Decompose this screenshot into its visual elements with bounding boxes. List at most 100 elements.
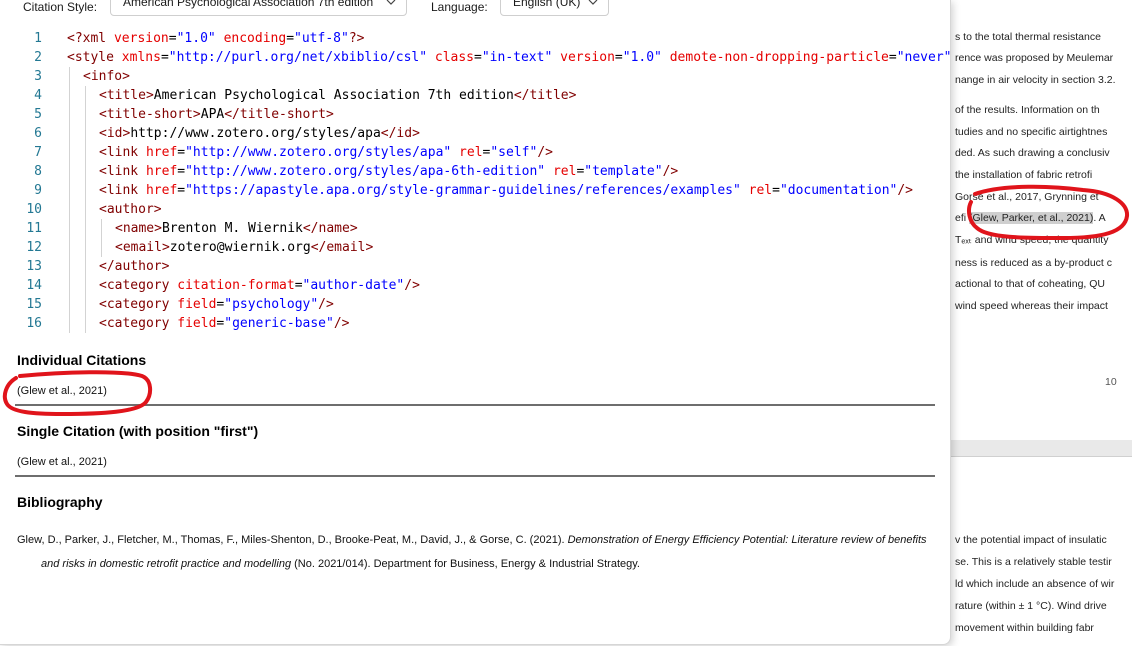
code-token: <email> — [115, 240, 170, 255]
code-token: </title> — [513, 88, 577, 103]
code-token: <title-short> — [99, 107, 201, 122]
code-token: xmlns — [121, 50, 161, 65]
toolbar: Citation Style: American Psychological A… — [0, 0, 950, 18]
document-text-line: ded. As such drawing a conclusiv — [955, 147, 1110, 159]
code-token: "documentation" — [779, 183, 898, 198]
code-token: "generic-base" — [224, 316, 334, 331]
code-token: "template" — [584, 164, 663, 179]
csl-style-editor-dialog: Citation Style: American Psychological A… — [0, 0, 951, 645]
language-dropdown[interactable]: English (UK) — [500, 0, 609, 16]
code-token: <?xml — [67, 31, 114, 46]
code-token: </title-short> — [224, 107, 334, 122]
code-token: "1.0" — [622, 50, 662, 65]
code-token: <category — [99, 278, 178, 293]
code-token: /> — [662, 164, 679, 179]
code-token: = — [772, 183, 780, 198]
code-token: = — [474, 50, 482, 65]
code-token: /> — [318, 297, 334, 312]
document-text-line: of the results. Information on th — [955, 104, 1100, 116]
document-text-line: actional to that of coheating, QU — [955, 278, 1106, 290]
code-token: = — [888, 50, 897, 65]
line-number: 10 — [26, 202, 42, 217]
code-token: "psychology" — [224, 297, 319, 312]
code-area[interactable]: <?xml version="1.0" encoding="utf-8"?> <s… — [67, 28, 950, 336]
code-token: <link — [99, 164, 146, 179]
code-token: = — [286, 31, 295, 46]
document-page: v the potential impact of insulatic se. T… — [948, 456, 1132, 646]
line-number: 11 — [26, 221, 42, 236]
code-token: encoding — [223, 31, 287, 46]
code-token: "self" — [490, 145, 538, 160]
code-line: <category field="generic-base"/> — [99, 314, 349, 333]
line-number: 8 — [34, 164, 42, 179]
document-text-line: s to the total thermal resistance — [955, 31, 1101, 43]
code-token: </id> — [380, 126, 420, 141]
indent-guide — [85, 86, 86, 333]
code-token: APA — [200, 107, 225, 122]
line-number: 13 — [26, 259, 42, 274]
code-line: <link href="http://www.zotero.org/styles… — [99, 143, 553, 162]
document-text-line: rature (within ± 1 °C). Wind drive — [955, 600, 1107, 612]
code-line: <category field="psychology"/> — [99, 295, 334, 314]
code-line: <style xmlns="http://purl.org/net/xbibli… — [67, 48, 950, 67]
indent-guide — [101, 219, 102, 257]
language-label: Language: — [431, 0, 488, 14]
code-token: </author> — [99, 259, 170, 274]
document-text-line: tudies and no specific airtightnes — [955, 126, 1108, 138]
document-text-line: v the potential impact of insulatic — [955, 534, 1107, 546]
code-editor[interactable]: 1 2 3 4 5 6 7 8 9 10 11 12 13 14 15 16 <?xml version="1… — [0, 28, 950, 336]
code-token: = — [168, 31, 177, 46]
code-token: <author> — [99, 202, 162, 217]
citation-style-label: Citation Style: — [23, 0, 98, 14]
code-line: <category citation-format="author-date"/… — [99, 276, 420, 295]
code-token: rel — [748, 183, 773, 198]
code-line: <id>http://www.zotero.org/styles/apa</id… — [99, 124, 420, 143]
line-number: 15 — [26, 297, 42, 312]
code-token: </email> — [310, 240, 374, 255]
code-token: </name> — [302, 221, 358, 236]
bib-authors: Glew, D., Parker, J., Fletcher, M., Thom… — [17, 534, 568, 546]
code-token: <id> — [99, 126, 131, 141]
code-token: href — [145, 164, 178, 179]
code-line: <link href="https://apastyle.apa.org/sty… — [99, 181, 913, 200]
code-token: field — [177, 316, 217, 331]
code-token: American Psychological Association 7th e… — [153, 88, 514, 103]
code-token: "http://www.zotero.org/styles/apa-6th-ed… — [185, 164, 546, 179]
citation-style-dropdown[interactable]: American Psychological Association 7th e… — [110, 0, 407, 16]
document-text-line: ld which include an absence of wir — [955, 578, 1115, 590]
divider — [15, 475, 935, 477]
code-token: <link — [99, 145, 146, 160]
code-line: <info> — [83, 67, 130, 86]
red-annotation-circle — [2, 370, 153, 417]
code-line: <author> — [99, 200, 162, 219]
line-number: 16 — [26, 316, 42, 331]
individual-citations-heading: Individual Citations — [17, 352, 147, 368]
code-token: "1.0" — [176, 31, 216, 46]
code-token: "http://purl.org/net/xbiblio/csl" — [168, 50, 428, 65]
code-line: </author> — [99, 257, 169, 276]
code-token: = — [294, 278, 303, 293]
code-token: = — [177, 145, 186, 160]
indent-guide — [69, 67, 70, 333]
page-number: 10 — [1105, 376, 1117, 388]
line-number: 9 — [34, 183, 42, 198]
bibliography-heading: Bibliography — [17, 494, 103, 510]
background-document: s to the total thermal resistance rence w… — [948, 0, 1132, 646]
citation-preview: Individual Citations (Glew et al., 2021)… — [0, 337, 950, 644]
single-citation-heading: Single Citation (with position "first") — [17, 423, 259, 439]
code-token: demote-non-dropping-particle — [669, 50, 889, 65]
line-number: 7 — [34, 145, 42, 160]
code-token: "http://www.zotero.org/styles/apa" — [185, 145, 452, 160]
document-text-line: se. This is a relatively stable testir — [955, 556, 1112, 568]
code-token: "in-text" — [481, 50, 553, 65]
code-token: /> — [897, 183, 914, 198]
code-token: version — [560, 50, 615, 65]
code-token: http://www.zotero.org/styles/apa — [130, 126, 381, 141]
code-token: class — [434, 50, 475, 65]
code-token: <category — [99, 297, 178, 312]
line-number: 3 — [34, 69, 42, 84]
code-token: version — [113, 31, 169, 46]
code-token: <title> — [99, 88, 154, 103]
code-token: "author-date" — [302, 278, 405, 293]
